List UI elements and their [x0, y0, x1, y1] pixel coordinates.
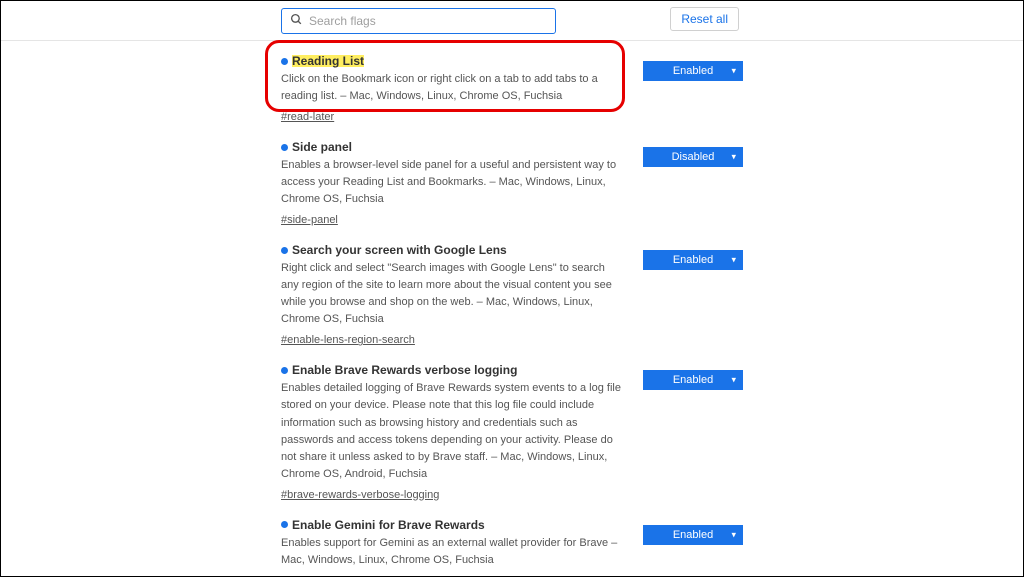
flag-title: Side panel	[292, 141, 352, 153]
chevron-down-icon: ▾	[731, 255, 736, 266]
modified-dot-icon	[281, 367, 288, 374]
flag-title: Enable Gemini for Brave Rewards	[292, 519, 485, 531]
chevron-down-icon: ▾	[731, 66, 736, 77]
flag-status-select[interactable]: Enabled ▾	[643, 370, 743, 390]
flag-status-select[interactable]: Enabled ▾	[643, 61, 743, 81]
flag-status-select[interactable]: Enabled ▾	[643, 525, 743, 545]
search-icon	[290, 13, 303, 29]
flag-description: Enables a browser-level side panel for a…	[281, 157, 621, 208]
flag-hash-link[interactable]: #brave-rewards-gemini	[281, 575, 394, 576]
select-value: Disabled	[672, 151, 715, 163]
flag-description: Click on the Bookmark icon or right clic…	[281, 71, 621, 105]
chevron-down-icon: ▾	[731, 529, 736, 540]
flag-hash-link[interactable]: #brave-rewards-verbose-logging	[281, 489, 439, 501]
topbar	[1, 1, 1023, 41]
chevron-down-icon: ▾	[731, 375, 736, 386]
flag-item: Side panel Enables a browser-level side …	[281, 127, 743, 230]
search-input[interactable]	[309, 14, 547, 28]
flag-description: Enables support for Gemini as an externa…	[281, 535, 621, 569]
modified-dot-icon	[281, 58, 288, 65]
flag-description: Right click and select "Search images wi…	[281, 260, 621, 328]
flag-item: Enable Brave Rewards verbose logging Ena…	[281, 350, 743, 504]
flag-hash-link[interactable]: #read-later	[281, 111, 334, 123]
flag-item: Enable Gemini for Brave Rewards Enables …	[281, 505, 743, 576]
flag-title: Enable Brave Rewards verbose logging	[292, 364, 517, 376]
chevron-down-icon: ▾	[731, 152, 736, 163]
flags-list: Reading List Click on the Bookmark icon …	[1, 41, 1023, 576]
flag-hash-link[interactable]: #side-panel	[281, 214, 338, 226]
modified-dot-icon	[281, 521, 288, 528]
flag-title: Reading List	[292, 55, 364, 67]
reset-all-button[interactable]: Reset all	[670, 7, 739, 31]
flag-description: Enables detailed logging of Brave Reward…	[281, 380, 621, 482]
select-value: Enabled	[673, 65, 713, 77]
flag-item: Reading List Click on the Bookmark icon …	[281, 41, 743, 127]
select-value: Enabled	[673, 529, 713, 541]
select-value: Enabled	[673, 374, 713, 386]
flag-status-select[interactable]: Disabled ▾	[643, 147, 743, 167]
flag-hash-link[interactable]: #enable-lens-region-search	[281, 334, 415, 346]
select-value: Enabled	[673, 254, 713, 266]
flag-status-select[interactable]: Enabled ▾	[643, 250, 743, 270]
modified-dot-icon	[281, 144, 288, 151]
flag-item: Search your screen with Google Lens Righ…	[281, 230, 743, 350]
flag-title: Search your screen with Google Lens	[292, 244, 507, 256]
modified-dot-icon	[281, 247, 288, 254]
search-box[interactable]	[281, 8, 556, 34]
